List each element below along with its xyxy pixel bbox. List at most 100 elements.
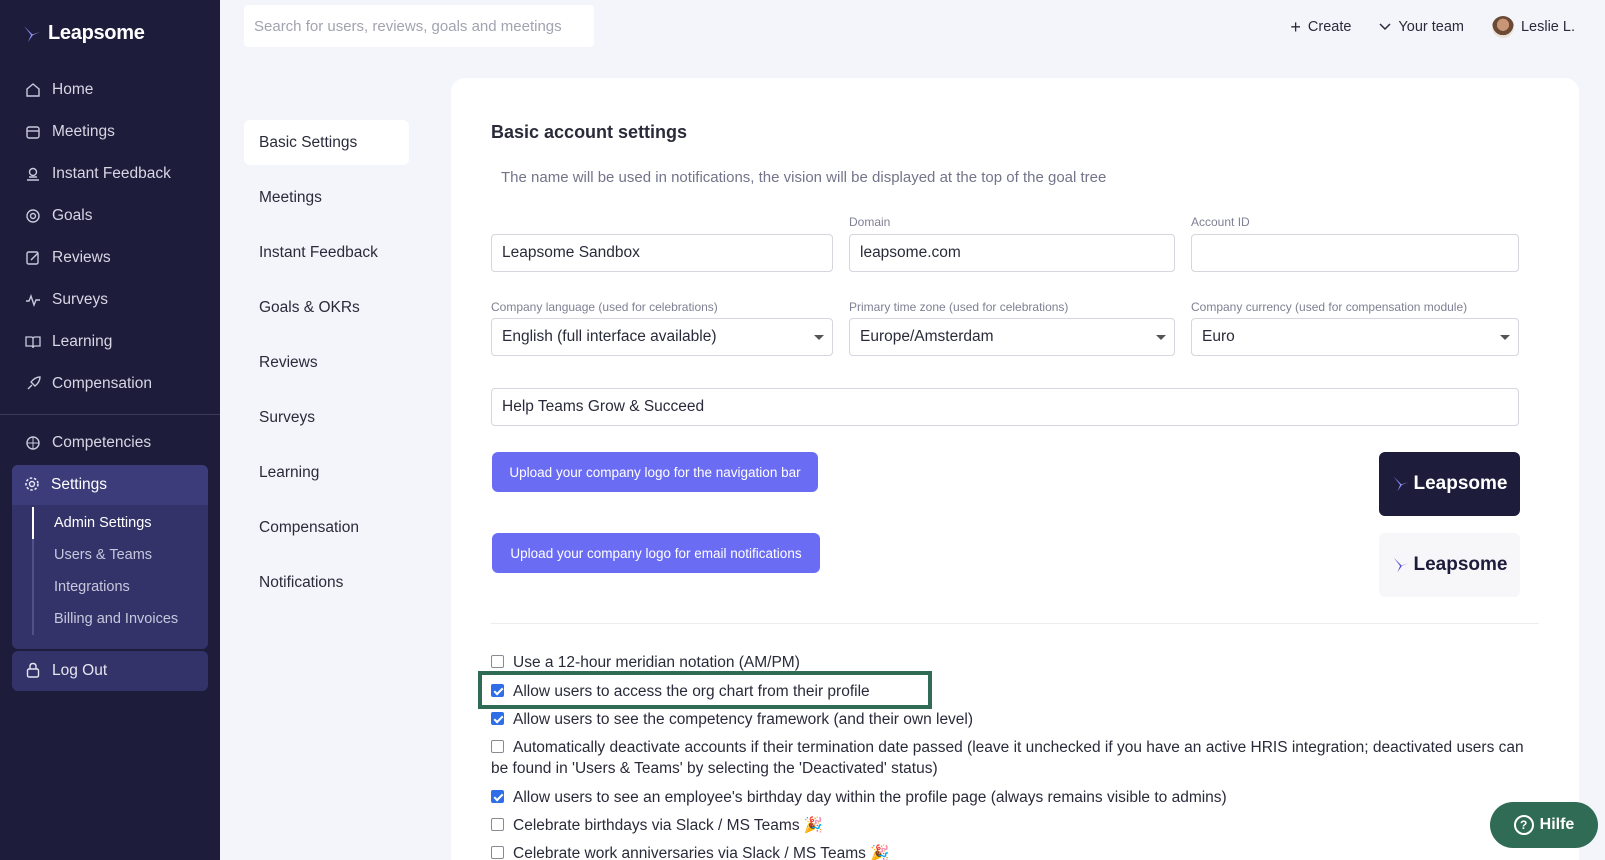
brand-name: Leapsome [48, 22, 145, 44]
settings-group: Settings Admin Settings Users & Teams In… [12, 465, 208, 649]
user-name: Leslie L. [1520, 19, 1575, 35]
create-label: Create [1307, 19, 1352, 35]
settings-tab-notifications[interactable]: Notifications [244, 560, 409, 605]
settings-tab-surveys[interactable]: Surveys [244, 395, 409, 440]
sidebar-item-meetings[interactable]: Meetings [0, 111, 220, 153]
checkbox[interactable] [491, 655, 504, 668]
chevron-down-icon [1379, 19, 1391, 35]
calendar-icon [24, 123, 42, 141]
brand-logo[interactable]: Leapsome [22, 22, 145, 45]
nav-logo-preview: Leapsome [1379, 452, 1520, 516]
sidebar-item-reviews[interactable]: Reviews [0, 237, 220, 279]
language-select[interactable]: English (full interface available) [491, 318, 833, 356]
pulse-icon [24, 291, 42, 309]
sidebar-item-label: Settings [51, 476, 108, 493]
help-button[interactable]: ? Hilfe [1490, 802, 1598, 848]
timezone-select[interactable]: Europe/Amsterdam [849, 318, 1175, 356]
currency-select[interactable]: Euro [1191, 318, 1519, 356]
search-input[interactable]: Search for users, reviews, goals and mee… [244, 5, 594, 47]
sidebar-item-label: Goals [52, 207, 93, 224]
your-team-button[interactable]: Your team [1379, 19, 1464, 35]
language-value: English (full interface available) [502, 328, 717, 345]
sidebar-item-label: Instant Feedback [52, 165, 171, 182]
section-divider [491, 623, 1539, 624]
question-icon: ? [1513, 815, 1534, 835]
checkbox-row-competency[interactable]: Allow users to see the competency framew… [491, 709, 973, 730]
checkbox[interactable] [491, 712, 504, 725]
settings-tab-basic[interactable]: Basic Settings [244, 120, 409, 165]
checkbox-label: Allow users to see an employee's birthda… [513, 789, 1227, 806]
feedback-icon [24, 165, 42, 183]
settings-tab-meetings[interactable]: Meetings [244, 175, 409, 220]
checkbox[interactable] [491, 818, 504, 831]
sidebar: Leapsome Home Meetings Instant Feedback … [0, 0, 220, 860]
caret-down-icon [814, 335, 824, 340]
leapsome-bird-icon [1393, 476, 1408, 492]
timezone-label: Primary time zone (used for celebrations… [849, 300, 1069, 314]
sidebar-divider [0, 414, 220, 415]
checkbox-row-celebrate-birthdays[interactable]: Celebrate birthdays via Slack / MS Teams… [491, 815, 823, 836]
sidebar-item-label: Surveys [52, 291, 108, 308]
sidebar-item-compensation[interactable]: Compensation [0, 363, 220, 405]
sidebar-item-label: Reviews [52, 249, 111, 266]
sidebar-item-learning[interactable]: Learning [0, 321, 220, 363]
settings-tab-reviews[interactable]: Reviews [244, 340, 409, 385]
sidebar-item-home[interactable]: Home [0, 69, 220, 111]
vision-field[interactable]: Help Teams Grow & Succeed [491, 388, 1519, 426]
checkbox-row-birthday-visible[interactable]: Allow users to see an employee's birthda… [491, 787, 1227, 808]
settings-tab-goals-okrs[interactable]: Goals & OKRs [244, 285, 409, 330]
company-name-field[interactable]: Leapsome Sandbox [491, 234, 833, 272]
user-menu[interactable]: Leslie L. [1491, 16, 1575, 38]
sidebar-item-surveys[interactable]: Surveys [0, 279, 220, 321]
currency-label: Company currency (used for compensation … [1191, 300, 1468, 314]
top-actions: + Create Your team Leslie L. [1290, 16, 1575, 38]
sidebar-subitem-integrations[interactable]: Integrations [32, 571, 208, 603]
card-title: Basic account settings [491, 122, 688, 142]
checkbox[interactable] [491, 790, 504, 803]
checkbox-label: Automatically deactivate accounts if the… [491, 739, 1524, 777]
account-id-label: Account ID [1191, 215, 1250, 229]
settings-tab-compensation[interactable]: Compensation [244, 505, 409, 550]
sidebar-subitem-users-teams[interactable]: Users & Teams [32, 539, 208, 571]
sidebar-item-goals[interactable]: Goals [0, 195, 220, 237]
checkbox[interactable] [491, 740, 504, 753]
settings-menu: Basic Settings Meetings Instant Feedback… [244, 120, 409, 615]
checkbox-row-celebrate-anniversaries[interactable]: Celebrate work anniversaries via Slack /… [491, 843, 890, 860]
logout-label: Log Out [52, 662, 108, 679]
basic-settings-card: Basic account settings The name will be … [451, 78, 1579, 860]
email-logo-preview: Leapsome [1379, 533, 1520, 597]
sidebar-nav: Home Meetings Instant Feedback Goals Rev… [0, 69, 220, 405]
sidebar-subitem-billing[interactable]: Billing and Invoices [32, 603, 208, 635]
sidebar-item-label: Compensation [52, 375, 152, 392]
settings-tab-instant-feedback[interactable]: Instant Feedback [244, 230, 409, 275]
sidebar-item-settings[interactable]: Settings [12, 465, 208, 505]
account-id-field[interactable] [1191, 234, 1519, 272]
domain-label: Domain [849, 215, 891, 229]
sidebar-item-label: Home [52, 81, 94, 98]
sidebar-item-instant-feedback[interactable]: Instant Feedback [0, 153, 220, 195]
sidebar-item-label: Learning [52, 333, 113, 350]
sidebar-item-competencies[interactable]: Competencies [0, 422, 220, 464]
target-icon [24, 207, 42, 225]
competency-icon [24, 434, 42, 452]
checkbox[interactable] [491, 846, 504, 859]
checkbox-row-auto-deactivate[interactable]: Automatically deactivate accounts if the… [491, 737, 1531, 779]
book-icon [24, 333, 42, 351]
gear-icon [24, 476, 42, 494]
lock-icon [26, 662, 42, 680]
sidebar-subitem-admin-settings[interactable]: Admin Settings [32, 507, 208, 539]
timezone-value: Europe/Amsterdam [860, 328, 994, 345]
checkbox-row-12-hour[interactable]: Use a 12-hour meridian notation (AM/PM) [491, 652, 800, 673]
caret-down-icon [1156, 335, 1166, 340]
create-button[interactable]: + Create [1290, 18, 1351, 36]
domain-field[interactable]: leapsome.com [849, 234, 1175, 272]
settings-tab-learning[interactable]: Learning [244, 450, 409, 495]
leapsome-bird-icon [1393, 557, 1408, 573]
your-team-label: Your team [1398, 19, 1464, 35]
logout-button[interactable]: Log Out [12, 651, 208, 691]
language-label: Company language (used for celebrations) [491, 300, 718, 314]
upload-nav-logo-button[interactable]: Upload your company logo for the navigat… [492, 452, 818, 492]
upload-email-logo-button[interactable]: Upload your company logo for email notif… [492, 533, 820, 573]
email-logo-text: Leapsome [1413, 554, 1508, 575]
domain-value: leapsome.com [860, 244, 961, 261]
